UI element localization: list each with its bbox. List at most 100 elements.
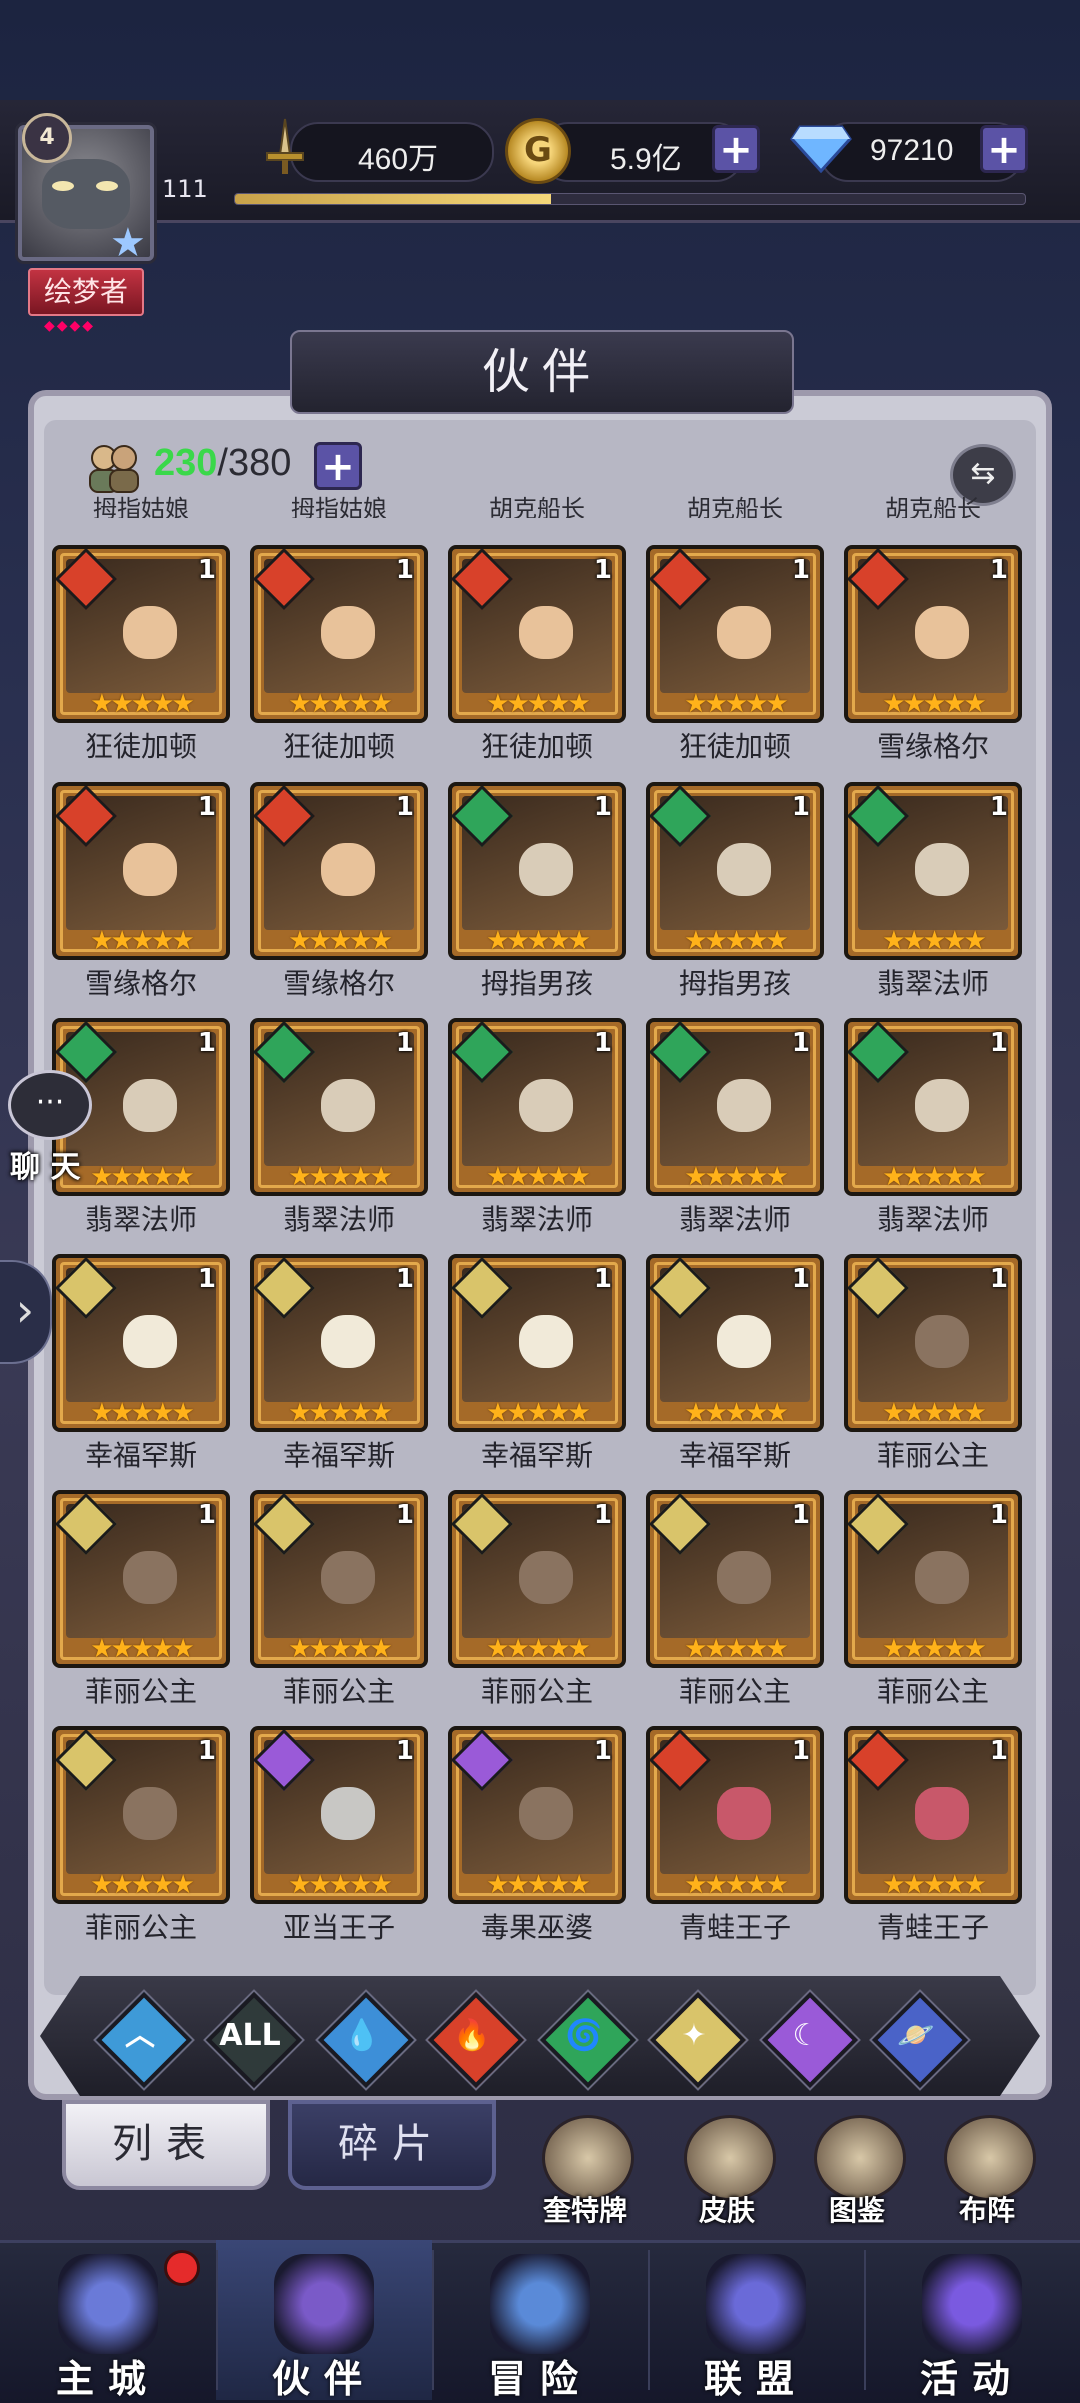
partner-level: 1 <box>395 1500 414 1530</box>
partner-name: 拇指男孩 <box>678 967 791 1000</box>
chat-bubble-icon: ··· <box>8 1070 92 1140</box>
partner-card[interactable]: 1 ★★★★★ <box>250 1726 428 1904</box>
partner-card[interactable]: 1 ★★★★★ <box>448 1018 626 1196</box>
portrait-face <box>915 1550 969 1605</box>
partner-level: 1 <box>593 555 612 585</box>
nav-item[interactable]: 活动 <box>864 2240 1080 2401</box>
gold-value: 5.9亿 <box>610 143 682 176</box>
portrait-face <box>717 605 771 660</box>
partner-card[interactable]: 1 ★★★★★ <box>844 1018 1022 1196</box>
castle-icon <box>58 2254 158 2354</box>
partner-name: 菲丽公主 <box>282 1675 395 1708</box>
filter-cosmic-button[interactable]: 🪐 <box>871 1991 969 2089</box>
codex-button[interactable]: 图鉴 <box>802 2115 912 2227</box>
partner-card[interactable]: 1 ★★★★★ <box>646 1726 824 1904</box>
filter-all-button[interactable]: ALL <box>205 1991 303 2089</box>
partner-name: 狂徒加顿 <box>678 730 791 763</box>
star-rating: ★★★★★ <box>90 1870 195 1900</box>
partner-card[interactable]: 1 ★★★★★ <box>250 545 428 723</box>
skins-button[interactable]: 皮肤 <box>672 2115 782 2227</box>
add-gems-button[interactable]: + <box>980 125 1028 173</box>
sword-icon <box>266 118 304 174</box>
partner-name: 狂徒加顿 <box>84 730 197 763</box>
partner-name: 翡翠法师 <box>282 1203 395 1236</box>
partner-card[interactable]: 1 ★★★★★ <box>448 545 626 723</box>
partner-name: 菲丽公主 <box>876 1439 989 1472</box>
partner-card[interactable]: 1 ★★★★★ <box>250 1018 428 1196</box>
player-title-badge[interactable]: 绘梦者 <box>28 268 144 316</box>
partner-card[interactable]: 1 ★★★★★ <box>52 1254 230 1432</box>
filter-all-elements-button[interactable]: ︿ <box>95 1991 193 2089</box>
partner-name: 菲丽公主 <box>678 1675 791 1708</box>
star-rating: ★★★★★ <box>486 1398 591 1428</box>
portrait-face <box>519 1786 573 1841</box>
avatar-eye <box>52 181 74 191</box>
partner-card[interactable]: 1 ★★★★★ <box>844 545 1022 723</box>
filter-fire-button[interactable]: 🔥 <box>427 1991 525 2089</box>
partner-card[interactable]: 1 ★★★★★ <box>646 782 824 960</box>
star-rating: ★★★★★ <box>684 1870 789 1900</box>
chat-button[interactable]: ··· 聊 天 <box>0 1070 98 1185</box>
partner-card[interactable]: 1 ★★★★★ <box>844 1254 1022 1432</box>
star-rating: ★★★★★ <box>288 1870 393 1900</box>
partner-card[interactable]: 1 ★★★★★ <box>52 545 230 723</box>
partner-level: 1 <box>593 1264 612 1294</box>
tab-list[interactable]: 列表 <box>62 2100 270 2190</box>
partner-card[interactable]: 1 ★★★★★ <box>646 545 824 723</box>
partner-level: 1 <box>989 1028 1008 1058</box>
tab-fragments[interactable]: 碎片 <box>288 2100 496 2190</box>
partner-card[interactable]: 1 ★★★★★ <box>250 1490 428 1668</box>
exp-progress-fill <box>235 194 551 204</box>
nav-item[interactable]: 伙伴 <box>216 2240 432 2401</box>
portrait-face <box>321 1078 375 1133</box>
expand-capacity-button[interactable]: + <box>314 442 362 490</box>
portrait-face <box>519 1078 573 1133</box>
portrait-face <box>915 605 969 660</box>
partner-name: 菲丽公主 <box>84 1911 197 1944</box>
partner-card[interactable]: 1 ★★★★★ <box>250 1254 428 1432</box>
partner-name: 雪缘格尔 <box>282 967 395 1000</box>
partner-level: 1 <box>989 792 1008 822</box>
partner-card[interactable]: 1 ★★★★★ <box>844 1490 1022 1668</box>
partner-card[interactable]: 1 ★★★★★ <box>250 782 428 960</box>
nav-item[interactable]: 联盟 <box>648 2240 864 2401</box>
partner-card[interactable]: 1 ★★★★★ <box>52 782 230 960</box>
filter-water-button[interactable]: 💧 <box>317 1991 415 2089</box>
partner-card[interactable]: 1 ★★★★★ <box>52 1490 230 1668</box>
filter-dark-button[interactable]: ☾ <box>761 1991 859 2089</box>
portrait-face <box>717 1314 771 1369</box>
filter-wind-button[interactable]: 🌀 <box>539 1991 637 2089</box>
add-gold-button[interactable]: + <box>712 125 760 173</box>
star-icon: ★ <box>110 220 146 266</box>
card-deck-button[interactable]: 奎特牌 <box>530 2115 640 2227</box>
portrait-face <box>519 842 573 897</box>
partner-level: 1 <box>197 1264 216 1294</box>
avatar-level-badge: 4 <box>22 113 72 163</box>
partner-name: 翡翠法师 <box>678 1203 791 1236</box>
partner-name: 菲丽公主 <box>84 1675 197 1708</box>
partner-card[interactable]: 1 ★★★★★ <box>844 782 1022 960</box>
partner-card[interactable]: 1 ★★★★★ <box>448 1254 626 1432</box>
avatar-eye <box>96 181 118 191</box>
filter-glyph: 🌀 <box>565 2018 603 2053</box>
star-rating: ★★★★★ <box>684 926 789 956</box>
partner-name: 青蛙王子 <box>678 1911 791 1944</box>
player-level: 111 <box>162 175 208 203</box>
partner-name: 拇指男孩 <box>480 967 593 1000</box>
portrait-face <box>123 842 177 897</box>
partner-card[interactable]: 1 ★★★★★ <box>646 1018 824 1196</box>
partner-name: 狂徒加顿 <box>282 730 395 763</box>
partner-card[interactable]: 1 ★★★★★ <box>448 1490 626 1668</box>
partner-card[interactable]: 1 ★★★★★ <box>646 1490 824 1668</box>
nav-item[interactable]: 冒险 <box>432 2240 648 2401</box>
partner-card[interactable]: 1 ★★★★★ <box>52 1726 230 1904</box>
partner-level: 1 <box>989 1500 1008 1530</box>
partner-card[interactable]: 1 ★★★★★ <box>448 1726 626 1904</box>
filter-light-button[interactable]: ✦ <box>649 1991 747 2089</box>
formation-button[interactable]: 布阵 <box>932 2115 1042 2227</box>
partner-level: 1 <box>395 555 414 585</box>
partner-card[interactable]: 1 ★★★★★ <box>844 1726 1022 1904</box>
partner-name: 翡翠法师 <box>876 967 989 1000</box>
partner-card[interactable]: 1 ★★★★★ <box>448 782 626 960</box>
partner-card[interactable]: 1 ★★★★★ <box>646 1254 824 1432</box>
